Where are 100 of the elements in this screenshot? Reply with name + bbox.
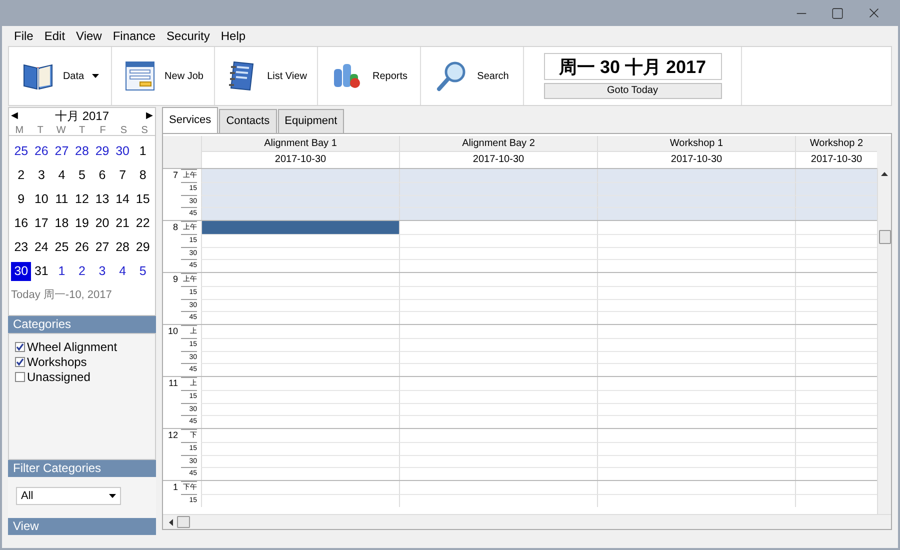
tab[interactable]: Equipment — [278, 109, 344, 133]
calendar-day[interactable]: 4 — [112, 262, 133, 281]
calendar-day[interactable]: 24 — [31, 238, 52, 257]
calendar-day[interactable]: 31 — [31, 262, 52, 281]
category-label: Wheel Alignment — [27, 340, 118, 354]
calendar-day[interactable]: 5 — [132, 262, 153, 281]
calendar-day[interactable]: 15 — [132, 190, 153, 209]
menu-item[interactable]: File — [14, 27, 34, 45]
tab[interactable]: Services — [162, 107, 218, 133]
scroll-thumb[interactable] — [177, 516, 190, 528]
hour-label: 9 — [172, 273, 179, 286]
toolbar-button[interactable]: Reports — [318, 47, 421, 105]
checkbox[interactable] — [15, 357, 25, 367]
calendar-day[interactable]: 25 — [52, 238, 72, 257]
weekday-label: W — [55, 124, 67, 138]
toolbar-button[interactable]: List View — [215, 47, 318, 105]
calendar-day[interactable]: 20 — [92, 214, 112, 233]
time-slot[interactable] — [201, 234, 399, 246]
calendar-day[interactable]: 16 — [11, 214, 32, 233]
calendar-day[interactable]: 3 — [31, 166, 52, 185]
calendar-day[interactable]: 2 — [72, 262, 92, 281]
calendar-day[interactable]: 5 — [72, 166, 92, 185]
panel-header: Filter Categories — [8, 460, 156, 477]
menu-item[interactable]: Security — [166, 27, 210, 45]
weekday-label: S — [119, 124, 128, 138]
vertical-scrollbar[interactable] — [877, 168, 891, 514]
form-icon — [122, 59, 157, 93]
next-month-button[interactable]: ▶ — [146, 108, 153, 122]
checkbox[interactable] — [15, 372, 25, 382]
scroll-up-icon[interactable] — [881, 172, 888, 176]
hour-label: 1 — [172, 481, 179, 494]
weekday-label: F — [98, 124, 107, 138]
calendar-day[interactable]: 1 — [132, 142, 153, 161]
calendar-day[interactable]: 28 — [72, 142, 92, 161]
hour-label: 12 — [166, 429, 179, 442]
today-label[interactable]: Today 周一-10, 2017 — [9, 287, 155, 304]
calendar-day[interactable]: 19 — [72, 214, 92, 233]
calendar-day[interactable]: 11 — [52, 190, 72, 209]
calendar-day[interactable]: 22 — [132, 214, 153, 233]
calendar-day[interactable]: 21 — [112, 214, 133, 233]
scroll-thumb[interactable] — [878, 230, 890, 244]
weekday-label: S — [140, 124, 149, 138]
column-date: 2017-10-30 — [598, 152, 795, 168]
column-date: 2017-10-30 — [400, 152, 597, 168]
calendar-day[interactable]: 1 — [52, 262, 72, 281]
panel-header: Categories — [8, 316, 156, 333]
calendar-day[interactable]: 25 — [11, 142, 32, 161]
calendar-day[interactable]: 13 — [92, 190, 112, 209]
calendar-day[interactable]: 12 — [72, 190, 92, 209]
calendar-day[interactable]: 8 — [132, 166, 153, 185]
category-label: Workshops — [27, 355, 87, 369]
weekday-label: T — [36, 124, 44, 138]
calendar-day[interactable]: 10 — [31, 190, 52, 209]
checkbox[interactable] — [15, 342, 25, 352]
column-date: 2017-10-30 — [202, 152, 399, 168]
goto-today-button[interactable]: Goto Today — [544, 83, 722, 99]
horizontal-scrollbar[interactable] — [163, 514, 891, 529]
current-date: 周一 30 十月 2017 — [544, 53, 722, 80]
calendar-day[interactable]: 27 — [52, 142, 72, 161]
weekday-label: M — [14, 124, 25, 138]
hour-label: 10 — [166, 325, 179, 338]
toolbar-button[interactable]: Search — [421, 47, 524, 105]
calendar-day[interactable]: 7 — [112, 166, 133, 185]
hour-label: 8 — [172, 221, 179, 234]
calendar-day[interactable]: 29 — [92, 142, 112, 161]
calendar-day[interactable]: 3 — [92, 262, 112, 281]
calendar-day[interactable]: 4 — [52, 166, 72, 185]
calendar-day[interactable]: 30 — [112, 142, 133, 161]
calendar-day[interactable]: 17 — [31, 214, 52, 233]
toolbar-button[interactable]: New Job — [112, 47, 215, 105]
hour-label: 7 — [172, 169, 179, 182]
month-title: 十月 2017 — [54, 108, 110, 124]
hour-label: 11 — [168, 377, 179, 390]
calendar-day[interactable]: 29 — [132, 238, 153, 257]
menu-item[interactable]: View — [76, 27, 102, 45]
toolbar-button[interactable]: Data — [9, 47, 112, 105]
calendar-day[interactable]: 26 — [31, 142, 52, 161]
calendar-day[interactable]: 26 — [72, 238, 92, 257]
maximize-icon[interactable] — [831, 6, 844, 20]
calendar-day[interactable]: 18 — [52, 214, 72, 233]
scroll-left-icon[interactable] — [169, 518, 173, 526]
caret-icon — [92, 74, 100, 78]
tab[interactable]: Contacts — [219, 109, 277, 133]
caret-icon — [109, 494, 116, 498]
column-date: 2017-10-30 — [796, 152, 877, 168]
menu-item[interactable]: Edit — [44, 27, 66, 45]
calendar-day[interactable]: 27 — [92, 238, 112, 257]
calendar-day[interactable]: 30 — [11, 262, 32, 281]
panel-header: View — [8, 518, 156, 535]
calendar-day[interactable]: 9 — [11, 190, 32, 209]
calendar-day[interactable]: 28 — [112, 238, 133, 257]
calendar-day[interactable]: 23 — [11, 238, 32, 257]
previous-month-button[interactable]: ◀ — [11, 108, 18, 122]
calendar-day[interactable]: 6 — [92, 166, 112, 185]
category-label: Unassigned — [27, 370, 90, 384]
menu-item[interactable]: Finance — [112, 27, 156, 45]
calendar-day[interactable]: 2 — [11, 166, 32, 185]
menu-item[interactable]: Help — [220, 27, 246, 45]
filter-dropdown[interactable]: All — [16, 487, 121, 505]
calendar-day[interactable]: 14 — [112, 190, 133, 209]
